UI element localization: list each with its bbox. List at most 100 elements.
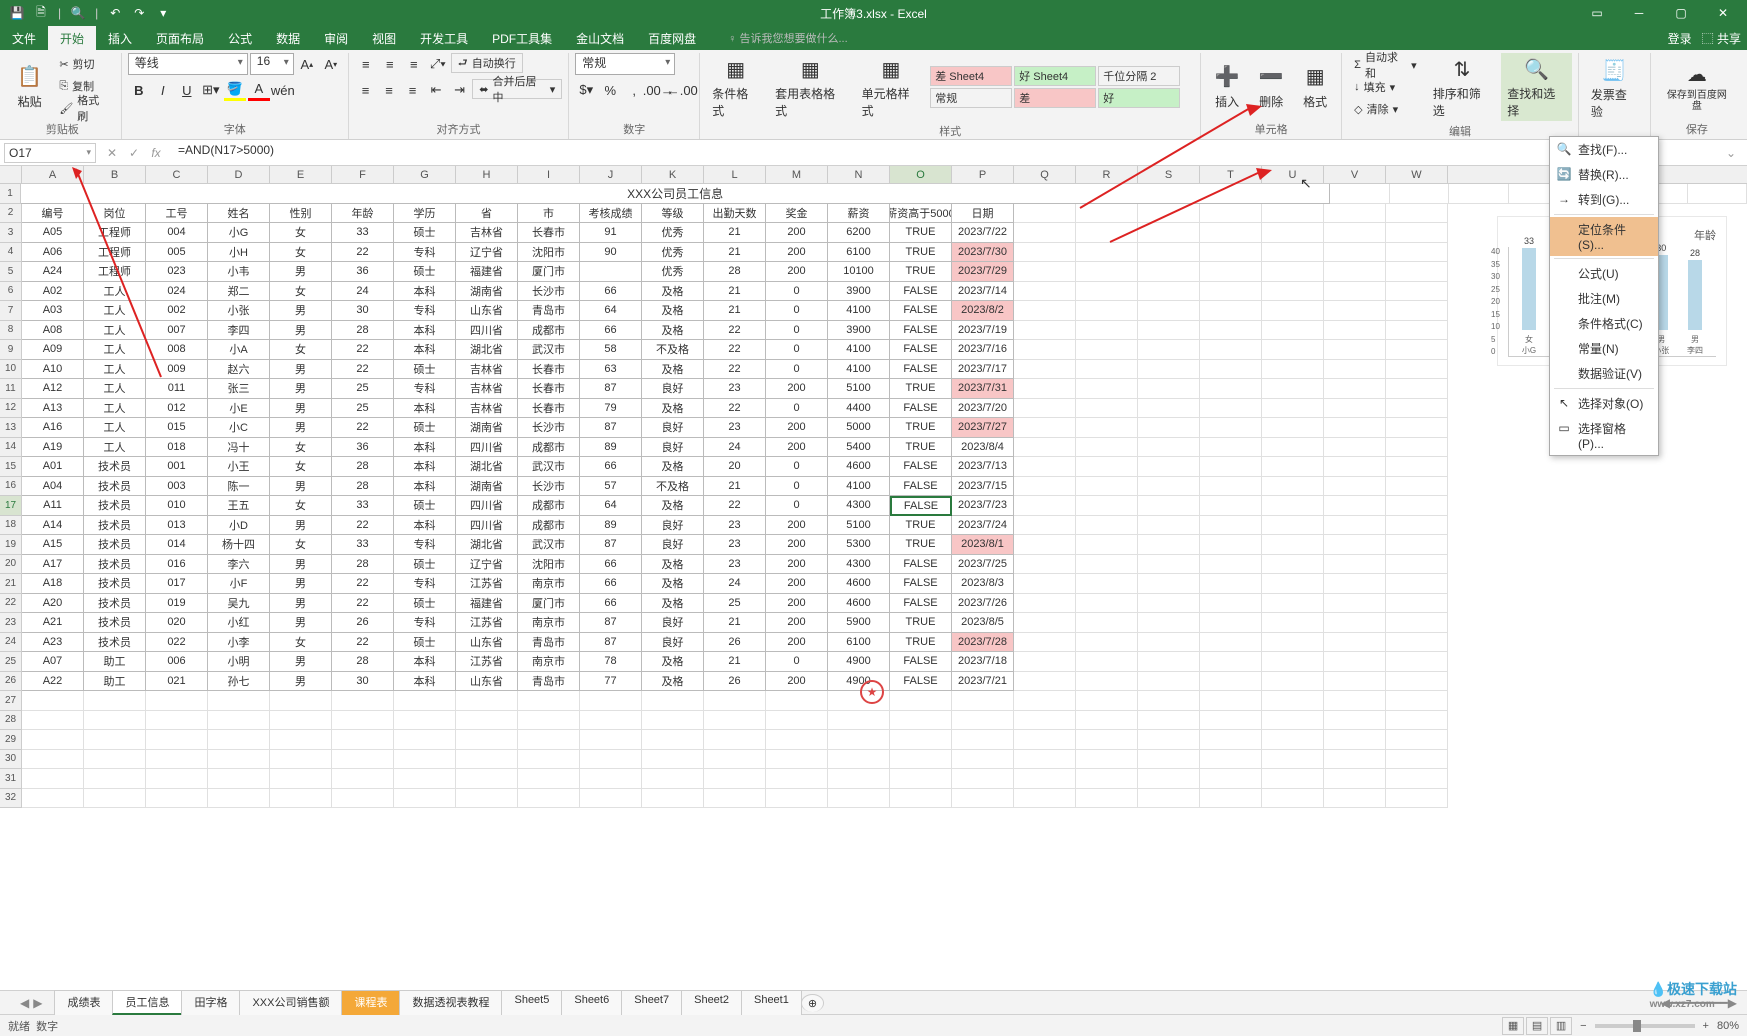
name-box[interactable]: O17▾ xyxy=(4,143,96,163)
cell[interactable]: 张三 xyxy=(208,379,270,399)
cell[interactable] xyxy=(1262,360,1324,380)
cell[interactable] xyxy=(1324,750,1386,770)
cell[interactable]: A18 xyxy=(22,574,84,594)
cell[interactable] xyxy=(1138,516,1200,536)
find-menu-item-5[interactable]: 批注(M) xyxy=(1550,286,1658,311)
cell[interactable]: 36 xyxy=(332,262,394,282)
cell[interactable]: 005 xyxy=(146,243,208,263)
cell[interactable]: A22 xyxy=(22,672,84,692)
cell[interactable]: 青岛市 xyxy=(518,672,580,692)
cell[interactable] xyxy=(1386,457,1448,477)
cell[interactable]: 及格 xyxy=(642,574,704,594)
cell[interactable] xyxy=(1324,769,1386,789)
cell[interactable] xyxy=(1386,750,1448,770)
cell[interactable]: 3900 xyxy=(828,321,890,341)
cell[interactable] xyxy=(1014,204,1076,224)
cell[interactable] xyxy=(270,789,332,809)
cell[interactable]: 工人 xyxy=(84,321,146,341)
cell[interactable] xyxy=(1262,769,1324,789)
cell[interactable]: A07 xyxy=(22,652,84,672)
cell[interactable] xyxy=(1014,282,1076,302)
redo-icon[interactable]: ↷ xyxy=(128,2,150,24)
cell[interactable]: 200 xyxy=(766,574,828,594)
cell[interactable]: 小A xyxy=(208,340,270,360)
cell[interactable]: FALSE xyxy=(890,555,952,575)
insert-function-icon[interactable]: fx xyxy=(146,143,166,163)
row-header-32[interactable]: 32 xyxy=(0,789,22,809)
menu-文件[interactable]: 文件 xyxy=(0,26,48,51)
cell[interactable]: 008 xyxy=(146,340,208,360)
row-header-9[interactable]: 9 xyxy=(0,340,22,360)
cell[interactable] xyxy=(1262,223,1324,243)
cell[interactable]: 小王 xyxy=(208,457,270,477)
cell[interactable]: 硕士 xyxy=(394,594,456,614)
add-sheet-button[interactable]: ⊕ xyxy=(801,994,824,1012)
cell[interactable]: 专科 xyxy=(394,301,456,321)
cell[interactable]: 2023/7/31 xyxy=(952,379,1014,399)
cell[interactable] xyxy=(1138,321,1200,341)
cell[interactable]: 专科 xyxy=(394,535,456,555)
cell[interactable] xyxy=(1138,477,1200,497)
cell[interactable] xyxy=(1200,243,1262,263)
cell[interactable]: 及格 xyxy=(642,555,704,575)
cell-styles-button[interactable]: ▦单元格样式 xyxy=(856,53,927,121)
cell[interactable] xyxy=(1324,262,1386,282)
font-color-icon[interactable]: A xyxy=(248,79,270,101)
cell[interactable]: 0 xyxy=(766,321,828,341)
cell[interactable]: 本科 xyxy=(394,340,456,360)
invoice-button[interactable]: 🧾发票查验 xyxy=(1585,54,1644,122)
cell[interactable]: 沈阳市 xyxy=(518,555,580,575)
cell[interactable]: 小李 xyxy=(208,633,270,653)
cell[interactable]: 200 xyxy=(766,223,828,243)
sheet-tab-数据透视表教程[interactable]: 数据透视表教程 xyxy=(399,990,502,1015)
cell[interactable] xyxy=(1386,379,1448,399)
ribbon-options-icon[interactable]: ▭ xyxy=(1577,0,1617,26)
cell[interactable] xyxy=(1324,672,1386,692)
decrease-decimal-icon[interactable]: ←.00 xyxy=(671,79,693,101)
cell[interactable] xyxy=(1200,360,1262,380)
cell[interactable] xyxy=(1324,243,1386,263)
cell[interactable] xyxy=(1138,496,1200,516)
cell[interactable]: 33 xyxy=(332,223,394,243)
cell[interactable] xyxy=(1386,516,1448,536)
cell[interactable] xyxy=(208,711,270,731)
tab-nav-buttons[interactable]: ◀▶ xyxy=(20,996,42,1010)
row-header-6[interactable]: 6 xyxy=(0,282,22,302)
cell[interactable]: 22 xyxy=(332,360,394,380)
cell[interactable]: 工程师 xyxy=(84,243,146,263)
cell[interactable]: 市 xyxy=(518,204,580,224)
cell[interactable]: 4900 xyxy=(828,652,890,672)
cell[interactable] xyxy=(642,711,704,731)
cell[interactable] xyxy=(146,789,208,809)
cell[interactable]: 长春市 xyxy=(518,223,580,243)
cell[interactable] xyxy=(1200,555,1262,575)
col-header-I[interactable]: I xyxy=(518,166,580,183)
cell[interactable] xyxy=(1014,340,1076,360)
cell[interactable] xyxy=(766,750,828,770)
cell[interactable]: 24 xyxy=(704,574,766,594)
formula-cancel-icon[interactable]: ✕ xyxy=(102,143,122,163)
cell[interactable]: 李四 xyxy=(208,321,270,341)
cell[interactable]: 男 xyxy=(270,360,332,380)
table-format-button[interactable]: ▦套用表格格式 xyxy=(769,53,851,121)
cell[interactable]: 66 xyxy=(580,555,642,575)
cell[interactable]: 长沙市 xyxy=(518,282,580,302)
cell[interactable]: 硕士 xyxy=(394,360,456,380)
cell[interactable]: A13 xyxy=(22,399,84,419)
cell[interactable] xyxy=(704,730,766,750)
cell[interactable] xyxy=(1138,535,1200,555)
cell[interactable] xyxy=(1262,652,1324,672)
cell[interactable] xyxy=(1262,691,1324,711)
cell[interactable]: 004 xyxy=(146,223,208,243)
border-icon[interactable]: ⊞▾ xyxy=(200,79,222,101)
cell[interactable] xyxy=(394,711,456,731)
col-header-A[interactable]: A xyxy=(22,166,84,183)
cell[interactable] xyxy=(1200,321,1262,341)
cell[interactable]: 成都市 xyxy=(518,321,580,341)
cell[interactable] xyxy=(1324,223,1386,243)
cell[interactable]: 4100 xyxy=(828,301,890,321)
cell[interactable] xyxy=(952,750,1014,770)
cell[interactable]: 助工 xyxy=(84,652,146,672)
cell[interactable]: FALSE xyxy=(890,301,952,321)
zoom-out-icon[interactable]: − xyxy=(1580,1020,1586,1032)
